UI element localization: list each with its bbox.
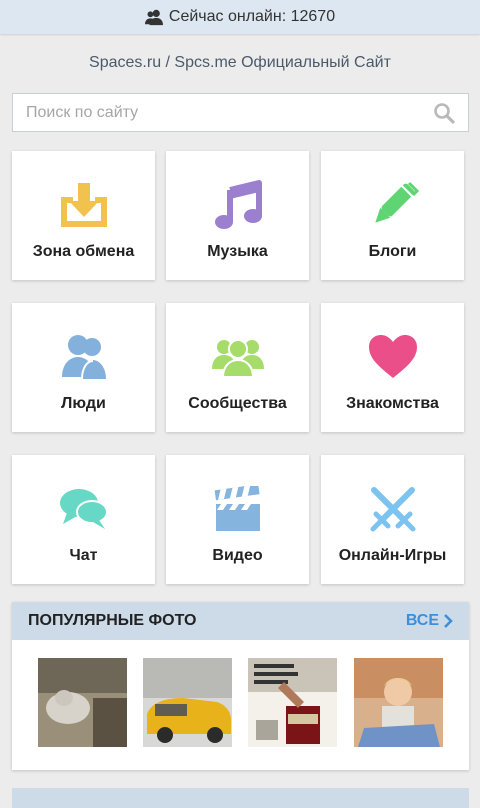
photo-thumbnail[interactable]	[38, 658, 127, 747]
tile-people[interactable]: Люди	[12, 303, 155, 432]
tile-chat[interactable]: Чат	[12, 455, 155, 584]
community-icon	[210, 329, 266, 385]
search-input[interactable]	[13, 94, 432, 131]
popular-photos-title: ПОПУЛЯРНЫЕ ФОТО	[28, 612, 197, 629]
tile-communities[interactable]: Сообщества	[166, 303, 309, 432]
photo-thumbnail[interactable]	[143, 658, 232, 747]
photo-thumbnail[interactable]	[248, 658, 337, 747]
tile-label: Зона обмена	[32, 243, 135, 260]
download-icon	[56, 177, 112, 233]
tile-video[interactable]: Видео	[166, 455, 309, 584]
tile-blogs[interactable]: Блоги	[321, 151, 464, 280]
search-icon[interactable]	[432, 101, 456, 125]
tile-label: Люди	[61, 395, 106, 412]
site-title: Spaces.ru / Spcs.me Официальный Сайт	[89, 54, 391, 71]
all-photos-label: ВСЕ	[405, 612, 439, 629]
online-status-bar: Сейчас онлайн: 12670	[0, 0, 480, 34]
people-icon	[56, 329, 112, 385]
chat-icon	[56, 481, 112, 537]
tile-exchange[interactable]: Зона обмена	[12, 151, 155, 280]
clapperboard-icon	[210, 481, 266, 537]
people-icon	[144, 9, 163, 26]
tile-label: Сообщества	[188, 395, 287, 412]
popular-photos-panel: ПОПУЛЯРНЫЕ ФОТО ВСЕ	[12, 602, 469, 770]
chevron-right-icon	[444, 614, 453, 628]
all-photos-link[interactable]: ВСЕ	[406, 612, 453, 630]
tile-label: Чат	[69, 547, 98, 564]
tile-music[interactable]: Музыка	[166, 151, 309, 280]
tile-label: Видео	[212, 547, 263, 564]
heart-icon	[365, 329, 421, 385]
music-note-icon	[210, 177, 266, 233]
tile-label: Знакомства	[346, 395, 439, 412]
photo-strip	[38, 658, 448, 748]
crossed-swords-icon	[365, 481, 421, 537]
search-box	[12, 93, 469, 132]
tile-label: Музыка	[207, 243, 268, 260]
tile-label: Онлайн-Игры	[338, 547, 447, 564]
online-count-text: Сейчас онлайн: 12670	[168, 8, 336, 25]
tile-online-games[interactable]: Онлайн-Игры	[321, 455, 464, 584]
pen-icon	[365, 177, 421, 233]
tile-dating[interactable]: Знакомства	[321, 303, 464, 432]
photo-thumbnail[interactable]	[354, 658, 443, 747]
next-section-header	[12, 788, 469, 808]
popular-photos-header: ПОПУЛЯРНЫЕ ФОТО ВСЕ	[12, 602, 469, 640]
tile-label: Блоги	[368, 243, 417, 260]
